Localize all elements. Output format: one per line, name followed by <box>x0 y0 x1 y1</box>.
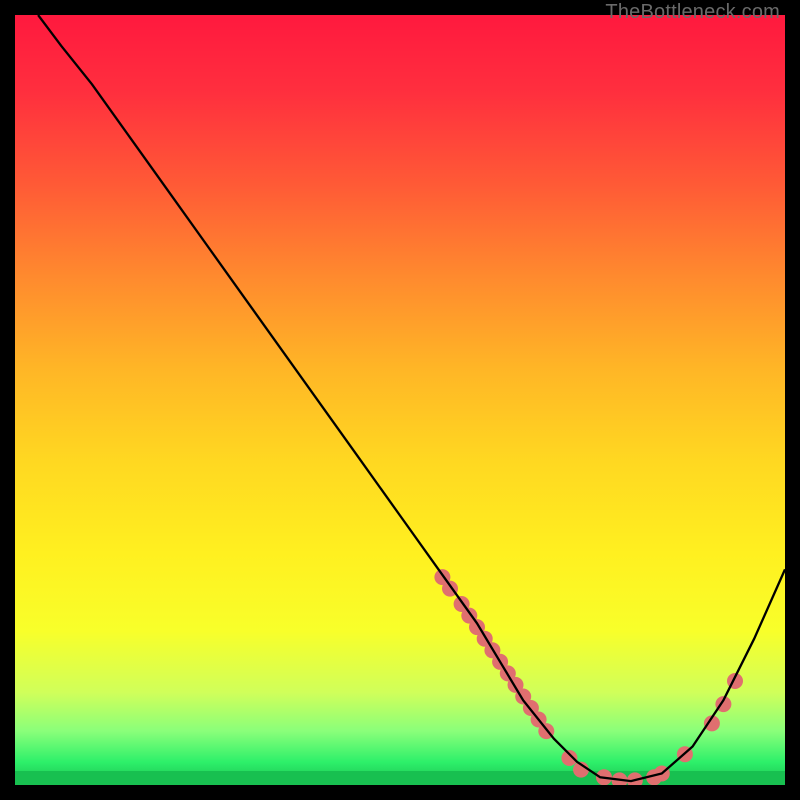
data-markers <box>434 569 743 785</box>
data-marker <box>561 750 577 766</box>
chart-svg <box>15 15 785 785</box>
watermark-text: TheBottleneck.com <box>605 1 780 24</box>
chart-frame <box>15 15 785 785</box>
bottleneck-curve <box>38 15 785 781</box>
